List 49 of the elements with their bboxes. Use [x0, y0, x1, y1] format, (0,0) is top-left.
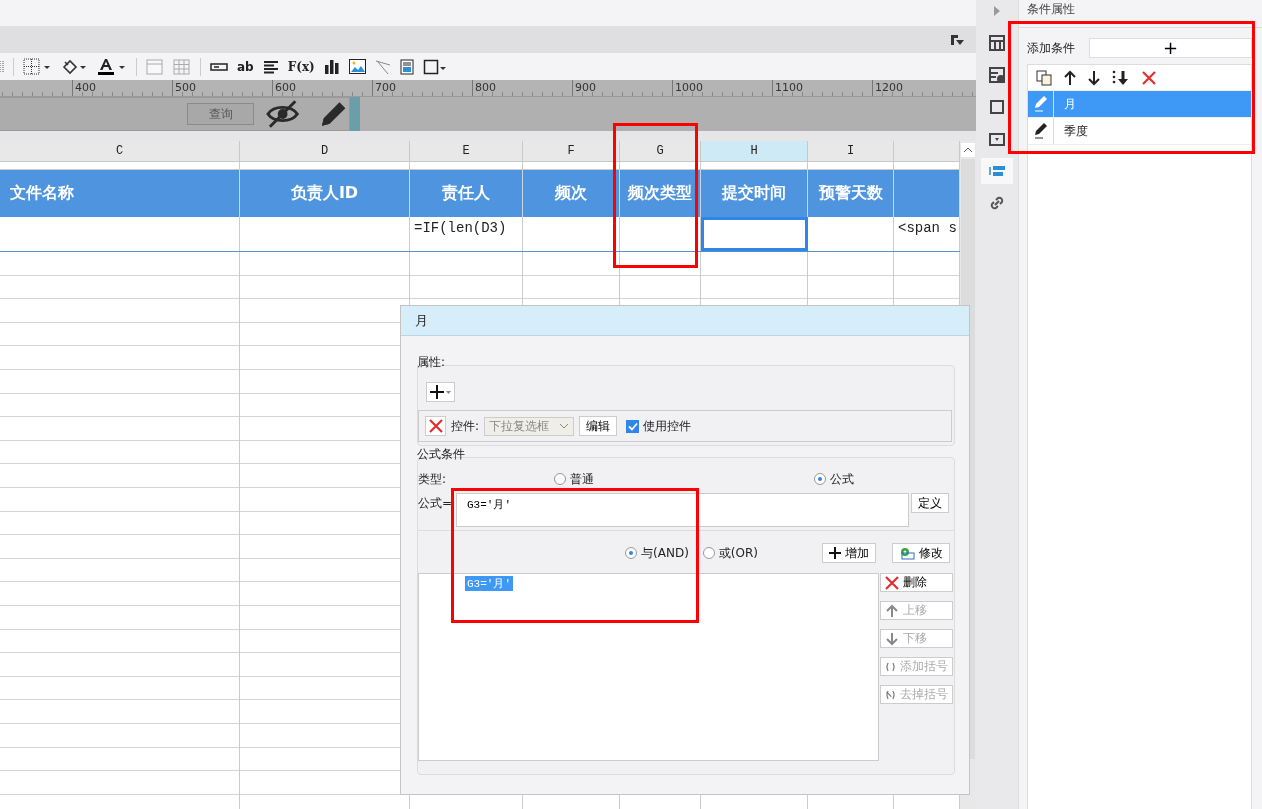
- radio-label: 公式: [830, 470, 854, 488]
- header-cell: 频次类型: [620, 170, 701, 217]
- radio-label: 或(OR): [718, 544, 758, 562]
- dialog-title: 月: [401, 306, 969, 336]
- column-header[interactable]: D: [240, 141, 410, 161]
- add-button[interactable]: 增加: [822, 543, 876, 563]
- condition-row[interactable]: 季度: [1028, 118, 1251, 145]
- ruler-label: 400: [72, 80, 172, 96]
- ruler-label: 700: [372, 80, 472, 96]
- section-label: 属性:: [417, 354, 447, 371]
- list-action-button[interactable]: 删除: [880, 573, 953, 592]
- edit-button[interactable]: 编辑: [579, 416, 618, 436]
- panel-title: 条件属性: [1019, 0, 1262, 28]
- ruler-label: 1000: [672, 80, 772, 96]
- column-header[interactable]: I: [808, 141, 894, 161]
- type-label: 类型:: [418, 470, 448, 488]
- header-cell: 提交时间: [701, 170, 808, 217]
- column-header[interactable]: E: [410, 141, 523, 161]
- radio-label: 普通: [570, 470, 594, 488]
- column-header[interactable]: C: [0, 141, 240, 161]
- checkbox-label: 使用控件: [643, 417, 692, 435]
- header-cell: 频次: [523, 170, 620, 217]
- text-tool[interactable]: ab: [237, 59, 254, 74]
- ruler-label: 1200: [872, 80, 972, 96]
- ruler-label: 900: [572, 80, 672, 96]
- formula-label: 公式=: [418, 495, 454, 512]
- section-label: 公式条件: [417, 446, 466, 463]
- select-value: 下拉复选框: [489, 417, 550, 435]
- header-cell: 文件名称: [0, 170, 240, 217]
- header-cell: 责任人: [410, 170, 523, 217]
- ruler-label: 500: [172, 80, 272, 96]
- radio-label: 与(AND): [641, 544, 689, 562]
- ruler-label: 1100: [772, 80, 872, 96]
- column-header[interactable]: H: [701, 141, 808, 161]
- add-condition-label: 添加条件: [1027, 39, 1075, 57]
- formula-field[interactable]: G3='月': [456, 493, 909, 527]
- header-cell: 负责人ID: [240, 170, 410, 217]
- formula-tool[interactable]: F(x): [287, 59, 315, 74]
- ruler-label: 800: [472, 80, 572, 96]
- add-condition-button[interactable]: +: [1089, 38, 1252, 58]
- define-button[interactable]: 定义: [911, 493, 949, 513]
- condition-name: 月: [1063, 95, 1076, 113]
- modify-button[interactable]: 修改: [892, 543, 950, 563]
- table-cell[interactable]: =IF(len(D3): [410, 217, 523, 251]
- control-label: 控件:: [451, 417, 480, 435]
- column-header[interactable]: F: [523, 141, 620, 161]
- ruler-label: 600: [272, 80, 372, 96]
- condition-name: 季度: [1063, 122, 1088, 140]
- header-cell: 预警天数: [808, 170, 894, 217]
